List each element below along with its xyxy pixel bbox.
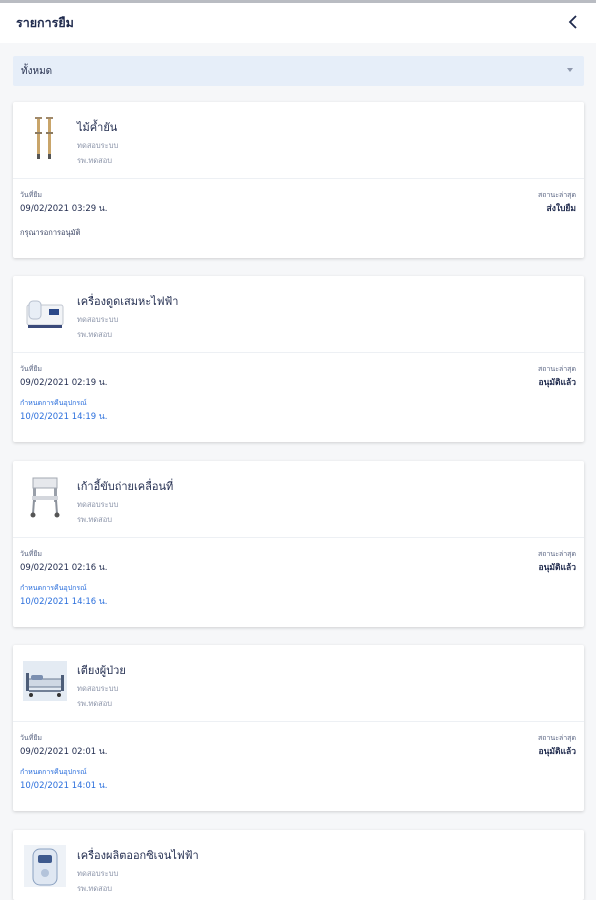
item-requester: ทดสอบระบบ — [77, 684, 119, 693]
chevron-left-icon — [568, 15, 577, 29]
crutches-icon — [23, 116, 67, 160]
suction-machine-icon — [23, 290, 67, 334]
commode-chair-icon — [23, 475, 67, 519]
item-requester: ทดสอบระบบ — [77, 315, 119, 324]
item-name: ไม้ค้ำยัน — [77, 121, 118, 134]
return-due-label: กำหนดการคืนอุปกรณ์ — [20, 584, 87, 592]
item-hospital: รพ.ทดสอบ — [77, 156, 113, 165]
return-due-value: 10/02/2021 14:16 น. — [20, 597, 108, 607]
item-requester: ทดสอบระบบ — [77, 500, 119, 509]
card-divider — [13, 352, 584, 353]
borrow-card[interactable]: เตียงผู้ป่วย ทดสอบระบบ รพ.ทดสอบ วันที่ยื… — [13, 645, 584, 811]
item-requester: ทดสอบระบบ — [77, 141, 119, 150]
page-title: รายการยืม — [16, 15, 74, 30]
hospital-bed-icon — [23, 659, 67, 703]
item-name: เครื่องผลิตออกซิเจนไฟฟ้า — [77, 849, 199, 862]
status-value: ส่งใบยืม — [546, 204, 576, 214]
borrow-card[interactable]: เครื่องดูดเสมหะไฟฟ้า ทดสอบระบบ รพ.ทดสอบ … — [13, 276, 584, 442]
borrow-date-value: 09/02/2021 02:16 น. — [20, 563, 108, 573]
oxygen-concentrator-icon — [23, 844, 67, 888]
item-hospital: รพ.ทดสอบ — [77, 330, 113, 339]
item-name: เตียงผู้ป่วย — [77, 664, 126, 677]
status-label: สถานะล่าสุด — [537, 734, 576, 742]
item-hospital: รพ.ทดสอบ — [77, 699, 113, 708]
status-label: สถานะล่าสุด — [537, 191, 576, 199]
borrow-card[interactable]: เก้าอี้ขับถ่ายเคลื่อนที่ ทดสอบระบบ รพ.ทด… — [13, 461, 584, 627]
borrow-date-label: วันที่ยืม — [20, 550, 43, 558]
item-name: เก้าอี้ขับถ่ายเคลื่อนที่ — [77, 480, 174, 493]
filter-selected-value: ทั้งหมด — [21, 66, 53, 77]
return-due-value: 10/02/2021 14:01 น. — [20, 781, 108, 791]
status-label: สถานะล่าสุด — [537, 365, 576, 373]
caret-down-icon — [567, 68, 573, 72]
filter-dropdown[interactable]: ทั้งหมด — [13, 56, 584, 86]
item-name: เครื่องดูดเสมหะไฟฟ้า — [77, 295, 179, 308]
card-divider — [13, 178, 584, 179]
item-hospital: รพ.ทดสอบ — [77, 515, 113, 524]
card-divider — [13, 721, 584, 722]
borrow-date-label: วันที่ยืม — [20, 734, 43, 742]
borrow-date-value: 09/02/2021 02:19 น. — [20, 378, 108, 388]
borrow-date-value: 09/02/2021 02:01 น. — [20, 747, 108, 757]
return-due-value: 10/02/2021 14:19 น. — [20, 412, 108, 422]
borrow-date-value: 09/02/2021 03:29 น. — [20, 204, 108, 214]
back-button[interactable] — [564, 11, 582, 33]
status-value: อนุมัติแล้ว — [538, 563, 577, 573]
status-value: อนุมัติแล้ว — [538, 747, 577, 757]
app-header: รายการยืม — [0, 3, 596, 43]
borrow-card[interactable]: ไม้ค้ำยัน ทดสอบระบบ รพ.ทดสอบ วันที่ยืม 0… — [13, 102, 584, 258]
item-requester: ทดสอบระบบ — [77, 869, 119, 878]
borrow-date-label: วันที่ยืม — [20, 191, 43, 199]
status-value: อนุมัติแล้ว — [538, 378, 577, 388]
return-due-label: กำหนดการคืนอุปกรณ์ — [20, 399, 87, 407]
return-due-label: กำหนดการคืนอุปกรณ์ — [20, 768, 87, 776]
status-note: กรุณารอการอนุมัติ — [20, 228, 81, 237]
card-divider — [13, 537, 584, 538]
status-label: สถานะล่าสุด — [537, 550, 576, 558]
item-hospital: รพ.ทดสอบ — [77, 884, 113, 893]
borrow-card[interactable]: เครื่องผลิตออกซิเจนไฟฟ้า ทดสอบระบบ รพ.ทด… — [13, 830, 584, 900]
borrow-date-label: วันที่ยืม — [20, 365, 43, 373]
